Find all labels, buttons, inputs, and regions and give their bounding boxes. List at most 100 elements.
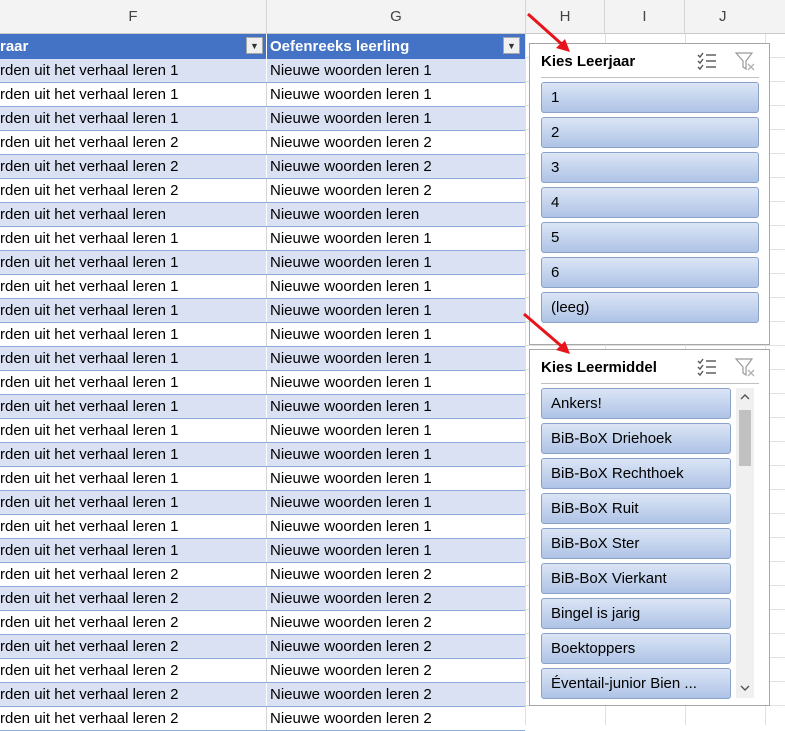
cell-g[interactable]: Nieuwe woorden leren 1 <box>270 227 522 250</box>
table-row: rden uit het verhaal leren 1 Nieuwe woord… <box>0 275 525 299</box>
cell-g[interactable]: Nieuwe woorden leren 2 <box>270 587 522 610</box>
cell-g[interactable]: Nieuwe woorden leren 1 <box>270 83 522 106</box>
table-row: rden uit het verhaal leren 1 Nieuwe woord… <box>0 251 525 275</box>
cell-f[interactable]: rden uit het verhaal leren 1 <box>0 491 264 514</box>
slicer-leermiddel-item[interactable]: Éventail-junior Bien ... <box>541 668 731 699</box>
slicer-leerjaar-item[interactable]: 3 <box>541 152 759 183</box>
slicer-leerjaar-item[interactable]: 4 <box>541 187 759 218</box>
cell-g[interactable]: Nieuwe woorden leren 2 <box>270 683 522 706</box>
table-row: rden uit het verhaal leren 1 Nieuwe woord… <box>0 515 525 539</box>
cell-g[interactable]: Nieuwe woorden leren 1 <box>270 299 522 322</box>
cell-g[interactable]: Nieuwe woorden leren 2 <box>270 131 522 154</box>
multi-select-icon[interactable] <box>696 50 718 72</box>
cell-f[interactable]: rden uit het verhaal leren 2 <box>0 563 264 586</box>
cell-f[interactable]: rden uit het verhaal leren 1 <box>0 251 264 274</box>
cell-f[interactable]: rden uit het verhaal leren 1 <box>0 227 264 250</box>
slicer-leermiddel-item[interactable]: BiB-BoX Vierkant <box>541 563 731 594</box>
column-header-f[interactable]: F <box>0 0 267 34</box>
scrollbar-thumb[interactable] <box>739 410 751 466</box>
column-header-g[interactable]: G <box>267 0 526 34</box>
cell-g[interactable]: Nieuwe woorden leren 2 <box>270 563 522 586</box>
cell-g[interactable]: Nieuwe woorden leren 1 <box>270 467 522 490</box>
cell-f[interactable]: rden uit het verhaal leren 1 <box>0 419 264 442</box>
column-header-j[interactable]: J <box>685 0 785 34</box>
cell-g[interactable]: Nieuwe woorden leren 1 <box>270 419 522 442</box>
cell-f[interactable]: rden uit het verhaal leren 1 <box>0 83 264 106</box>
cell-g[interactable]: Nieuwe woorden leren 1 <box>270 347 522 370</box>
cell-f[interactable]: rden uit het verhaal leren 2 <box>0 707 264 730</box>
cell-f[interactable]: rden uit het verhaal leren 2 <box>0 635 264 658</box>
slicer-leerjaar-item[interactable]: 1 <box>541 82 759 113</box>
slicer-leermiddel-item[interactable]: BiB-BoX Ster <box>541 528 731 559</box>
cell-f[interactable]: rden uit het verhaal leren 1 <box>0 275 264 298</box>
cell-f[interactable]: rden uit het verhaal leren 1 <box>0 59 264 82</box>
slicer-leermiddel[interactable]: Kies Leermiddel Ankers! BiB-BoX Driehoek B… <box>529 349 770 706</box>
cell-g[interactable]: Nieuwe woorden leren 2 <box>270 155 522 178</box>
table-row: rden uit het verhaal leren Nieuwe woorden… <box>0 203 525 227</box>
cell-f[interactable]: rden uit het verhaal leren 2 <box>0 155 264 178</box>
cell-f[interactable]: rden uit het verhaal leren 1 <box>0 107 264 130</box>
slicer-leermiddel-item[interactable]: BiB-BoX Rechthoek <box>541 458 731 489</box>
slicer-leermiddel-item[interactable]: BiB-BoX Ruit <box>541 493 731 524</box>
cell-f[interactable]: rden uit het verhaal leren <box>0 203 264 226</box>
cell-f[interactable]: rden uit het verhaal leren 2 <box>0 131 264 154</box>
cell-g[interactable]: Nieuwe woorden leren 1 <box>270 107 522 130</box>
cell-g[interactable]: Nieuwe woorden leren 1 <box>270 443 522 466</box>
cell-g[interactable]: Nieuwe woorden leren 1 <box>270 323 522 346</box>
cell-f[interactable]: rden uit het verhaal leren 2 <box>0 683 264 706</box>
slicer-leermiddel-item[interactable]: Boektoppers <box>541 633 731 664</box>
cell-g[interactable]: Nieuwe woorden leren 2 <box>270 707 522 730</box>
table-row: rden uit het verhaal leren 1 Nieuwe woord… <box>0 539 525 563</box>
cell-g[interactable]: Nieuwe woorden leren 1 <box>270 515 522 538</box>
cell-f[interactable]: rden uit het verhaal leren 1 <box>0 371 264 394</box>
cell-g[interactable]: Nieuwe woorden leren 2 <box>270 611 522 634</box>
cell-g[interactable]: Nieuwe woorden leren 1 <box>270 395 522 418</box>
cell-f[interactable]: rden uit het verhaal leren 1 <box>0 467 264 490</box>
table-row: rden uit het verhaal leren 2 Nieuwe woord… <box>0 131 525 155</box>
cell-g[interactable]: Nieuwe woorden leren 1 <box>270 251 522 274</box>
cell-f[interactable]: rden uit het verhaal leren 2 <box>0 179 264 202</box>
table-row: rden uit het verhaal leren 1 Nieuwe woord… <box>0 323 525 347</box>
table-row: rden uit het verhaal leren 2 Nieuwe woord… <box>0 155 525 179</box>
cell-f[interactable]: rden uit het verhaal leren 2 <box>0 659 264 682</box>
cell-g[interactable]: Nieuwe woorden leren 1 <box>270 539 522 562</box>
cell-f[interactable]: rden uit het verhaal leren 1 <box>0 395 264 418</box>
cell-g[interactable]: Nieuwe woorden leren 2 <box>270 659 522 682</box>
cell-g[interactable]: Nieuwe woorden leren 1 <box>270 275 522 298</box>
multi-select-icon[interactable] <box>696 356 718 378</box>
filter-dropdown-g[interactable]: ▼ <box>503 37 520 54</box>
header-cell-g[interactable]: Oefenreeks leerling <box>270 34 522 59</box>
cell-g[interactable]: Nieuwe woorden leren 1 <box>270 371 522 394</box>
slicer-leerjaar-item[interactable]: 2 <box>541 117 759 148</box>
slicer-leerjaar-item[interactable]: 6 <box>541 257 759 288</box>
cell-f[interactable]: rden uit het verhaal leren 2 <box>0 587 264 610</box>
table-row: rden uit het verhaal leren 2 Nieuwe woord… <box>0 563 525 587</box>
slicer-leerjaar[interactable]: Kies Leerjaar 1 2 3 4 5 6 (leeg) <box>529 43 770 345</box>
filter-dropdown-f[interactable]: ▼ <box>246 37 263 54</box>
slicer-leermiddel-item[interactable]: Bingel is jarig <box>541 598 731 629</box>
clear-filter-icon[interactable] <box>734 356 756 378</box>
header-cell-f[interactable]: raar <box>0 34 264 59</box>
scroll-up-icon[interactable] <box>739 392 751 402</box>
slicer-scrollbar[interactable] <box>736 388 754 698</box>
cell-f[interactable]: rden uit het verhaal leren 1 <box>0 539 264 562</box>
scroll-down-icon[interactable] <box>739 683 751 693</box>
cell-f[interactable]: rden uit het verhaal leren 1 <box>0 323 264 346</box>
cell-f[interactable]: rden uit het verhaal leren 1 <box>0 347 264 370</box>
slicer-leermiddel-item[interactable]: BiB-BoX Driehoek <box>541 423 731 454</box>
table-row: rden uit het verhaal leren 1 Nieuwe woord… <box>0 419 525 443</box>
cell-g[interactable]: Nieuwe woorden leren 1 <box>270 491 522 514</box>
table-row: rden uit het verhaal leren 2 Nieuwe woord… <box>0 611 525 635</box>
slicer-leermiddel-item[interactable]: Ankers! <box>541 388 731 419</box>
column-header-i[interactable]: I <box>605 0 685 34</box>
cell-f[interactable]: rden uit het verhaal leren 1 <box>0 299 264 322</box>
cell-g[interactable]: Nieuwe woorden leren <box>270 203 522 226</box>
cell-f[interactable]: rden uit het verhaal leren 1 <box>0 443 264 466</box>
slicer-leerjaar-item[interactable]: 5 <box>541 222 759 253</box>
clear-filter-icon[interactable] <box>734 50 756 72</box>
cell-f[interactable]: rden uit het verhaal leren 2 <box>0 611 264 634</box>
cell-g[interactable]: Nieuwe woorden leren 1 <box>270 59 522 82</box>
cell-g[interactable]: Nieuwe woorden leren 2 <box>270 179 522 202</box>
cell-g[interactable]: Nieuwe woorden leren 2 <box>270 635 522 658</box>
cell-f[interactable]: rden uit het verhaal leren 1 <box>0 515 264 538</box>
